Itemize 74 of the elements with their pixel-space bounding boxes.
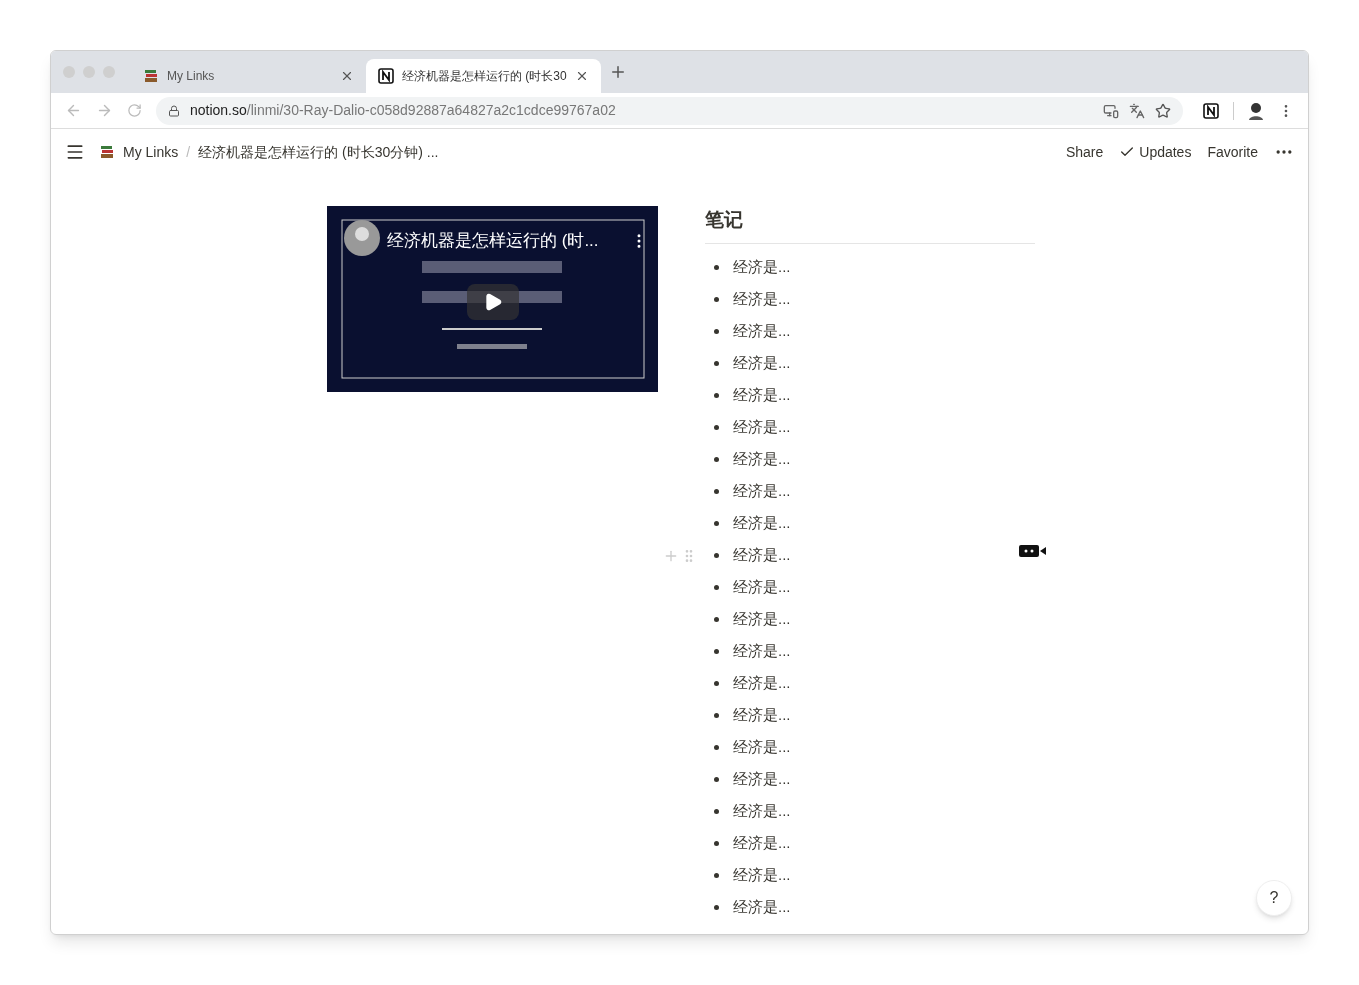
note-item: 经济是... [733,801,791,822]
video-camera-icon[interactable] [1019,545,1047,557]
bullet-icon [714,681,719,686]
bullet-icon [714,585,719,590]
bullet-icon [714,297,719,302]
note-item: 经济是... [733,289,791,310]
bullet-icon [714,457,719,462]
bullet-icon [714,393,719,398]
note-item: 经济是... [733,513,791,534]
note-item: 经济是... [733,257,791,278]
bullet-icon [714,873,719,878]
bullet-icon [714,329,719,334]
books-icon [99,144,115,160]
note-item: 经济是... [733,705,791,726]
note-item: 经济是... [733,417,791,438]
note-item: 经济是... [733,353,791,374]
note-item: 经济是... [733,545,791,566]
new-tab-icon[interactable] [609,63,627,81]
note-item: 经济是... [733,385,791,406]
play-button[interactable] [467,284,519,320]
note-item: 经济是... [733,577,791,598]
breadcrumb-link[interactable]: 经济机器是怎样运行的 (时长30分钟) ... [198,141,439,163]
close-icon[interactable] [340,69,354,83]
books-icon [143,68,159,84]
tab-title: 经济机器是怎样运行的 (时长30 [402,68,567,85]
note-item: 经济是... [733,641,791,662]
bullet-icon [714,713,719,718]
bullet-icon [714,425,719,430]
avatar-icon[interactable] [1248,101,1264,120]
bullet-icon [714,361,719,366]
notion-logo-icon [1203,102,1220,119]
bullet-icon [714,905,719,910]
play-icon [483,292,503,312]
breadcrumb-separator: / [186,142,191,162]
topbar-button[interactable]: Updates [1119,141,1192,163]
address-bar[interactable]: notion.so/linmi/30-Ray-Dalio-c058d92887a64827a2c1cdce99767a02 [155,96,1184,125]
bullet-icon [714,649,719,654]
video-player[interactable]: 经济机器是怎样运行的 (时... [327,206,658,392]
note-item: 经济是... [733,321,791,342]
close-icon[interactable] [575,69,589,83]
browser-tab[interactable]: 经济机器是怎样运行的 (时长30 [366,59,601,93]
topbar-button[interactable]: Share [1065,141,1104,163]
device-icon[interactable] [1103,102,1120,119]
bullet-icon [714,521,719,526]
browser-tab[interactable]: My Links [131,59,366,93]
bullet-icon [714,489,719,494]
video-title: 经济机器是怎样运行的 (时... [387,230,600,252]
notes-heading: 笔记 [705,206,1035,244]
bullet-icon [714,553,719,558]
star-icon[interactable] [1155,102,1172,119]
translate-icon[interactable] [1129,102,1146,119]
note-item: 经济是... [733,609,791,630]
bullet-icon [714,841,719,846]
note-item: 经济是... [733,737,791,758]
note-item: 经济是... [733,865,791,886]
bullet-icon [714,745,719,750]
bullet-icon [714,809,719,814]
notion-logo-icon [378,68,394,84]
help-button[interactable]: ? [1256,880,1292,916]
lock-icon [167,104,180,117]
note-item: 经济是... [733,833,791,854]
note-item: 经济是... [733,449,791,470]
note-item: 经济是... [733,769,791,790]
note-item: 经济是... [733,897,791,918]
note-item: 经济是... [733,673,791,694]
topbar-button[interactable]: Favorite [1207,141,1258,163]
tab-title: My Links [167,68,216,85]
url-text: notion.so/linmi/30-Ray-Dalio-c058d92887a64827a2c1cdce99767a02 [189,101,617,120]
menu-icon[interactable] [65,142,85,162]
bullet-icon [714,265,719,270]
note-item: 经济是... [733,481,791,502]
breadcrumb-link[interactable]: My Links [123,141,179,163]
bullet-icon [714,617,719,622]
bullet-icon [714,777,719,782]
